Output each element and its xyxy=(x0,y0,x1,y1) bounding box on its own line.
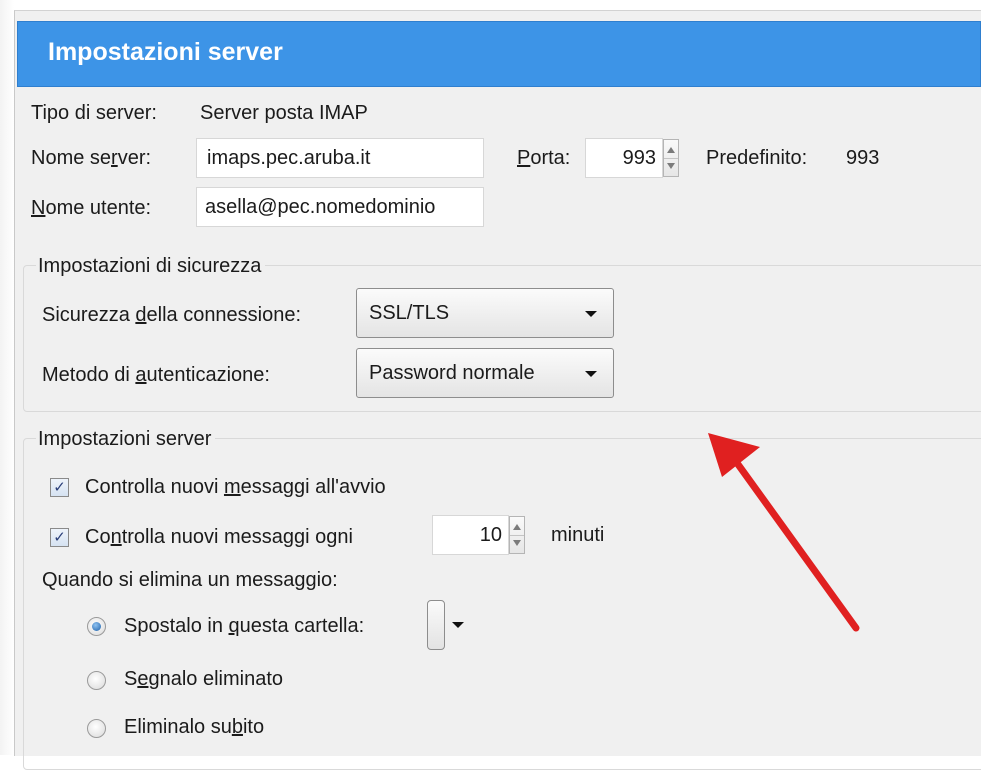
red-arrow-icon xyxy=(708,433,860,632)
